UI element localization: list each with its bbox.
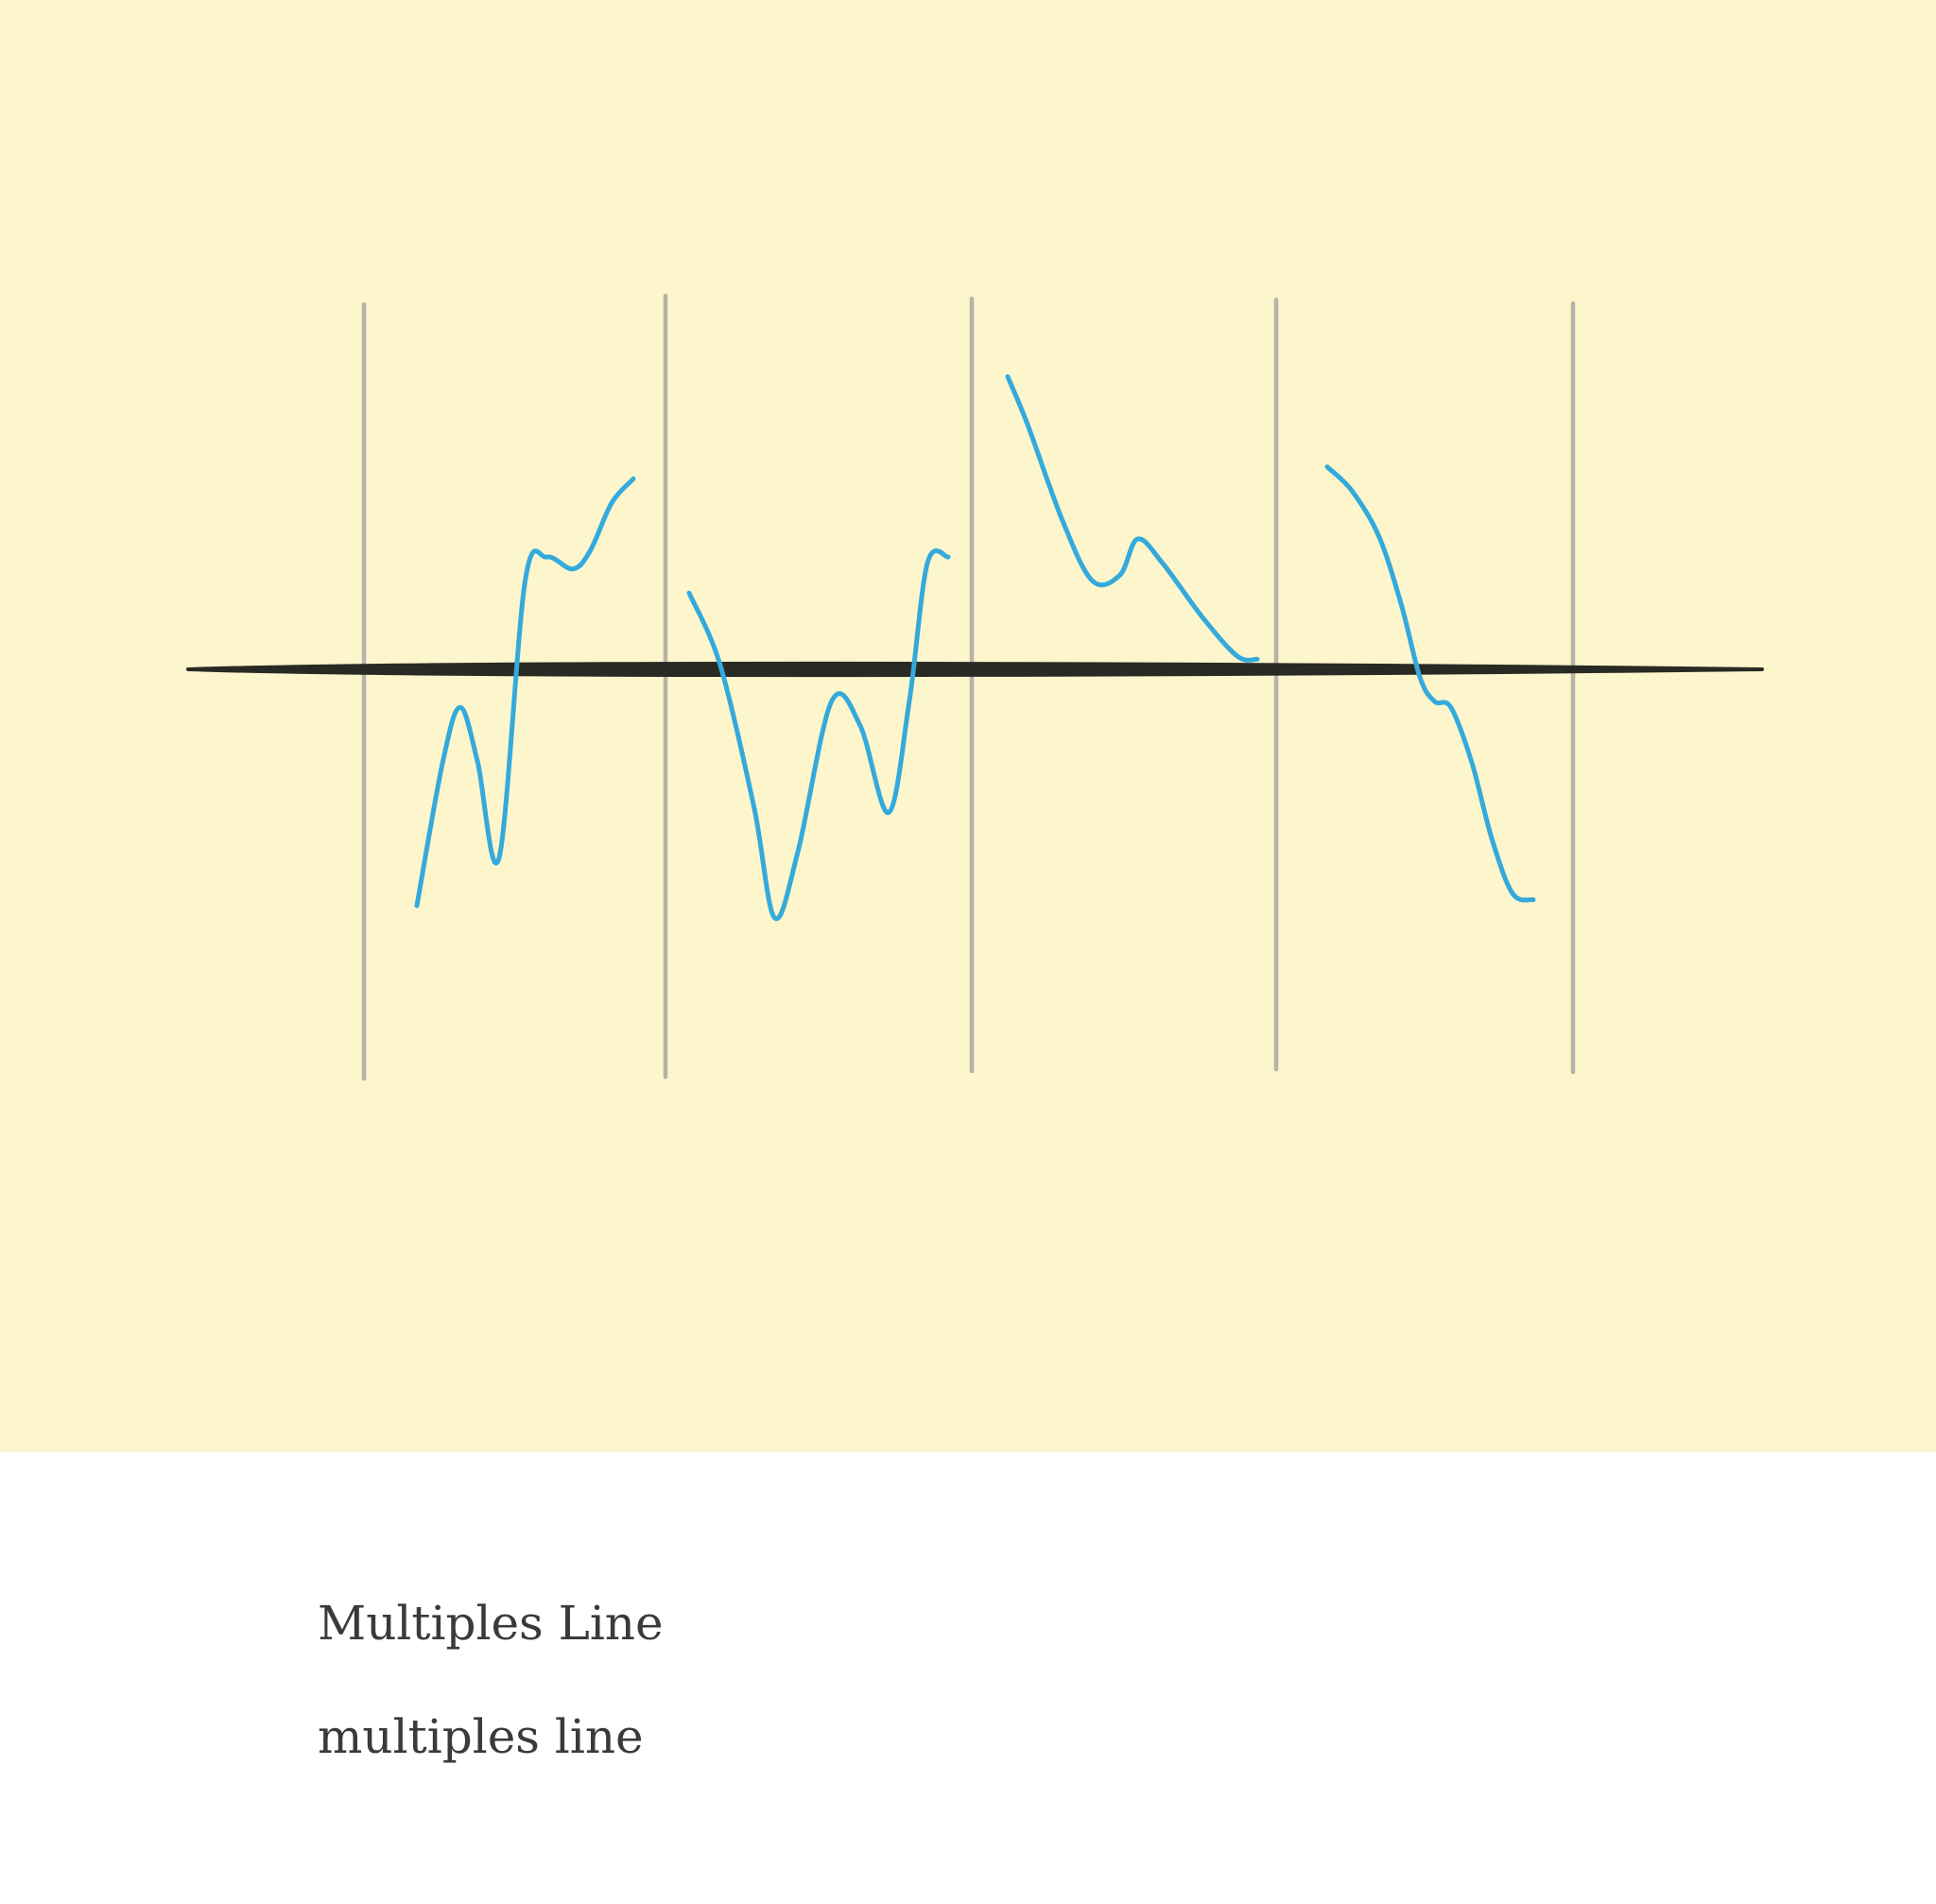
panel-divider	[969, 296, 975, 1074]
panel-divider	[361, 302, 367, 1082]
multiples-line-chart	[0, 0, 1936, 1452]
panel-divider	[1273, 297, 1279, 1072]
caption-title: Multiples Line	[318, 1596, 664, 1651]
panel-divider	[1570, 301, 1576, 1075]
caption-subtitle: multiples line	[318, 1709, 644, 1764]
chart-background	[0, 0, 1936, 1452]
zero-baseline	[186, 661, 1764, 678]
